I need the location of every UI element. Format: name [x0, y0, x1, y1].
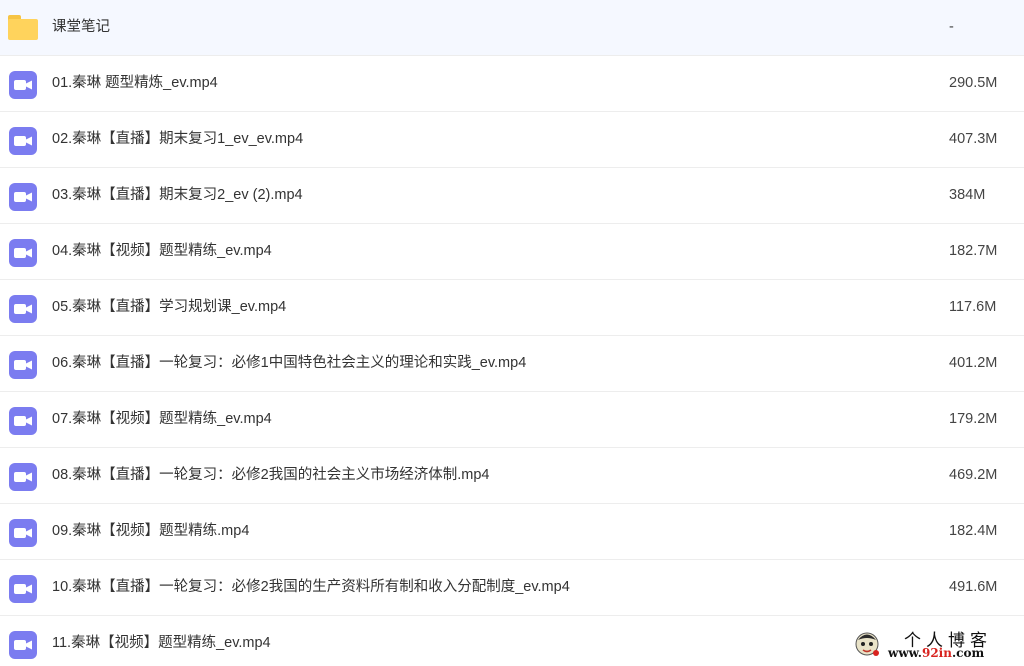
- file-row[interactable]: 08.秦琳【直播】一轮复习：必修2我国的社会主义市场经济体制.mp4 469.2…: [0, 448, 1024, 504]
- video-file-icon: [8, 574, 38, 604]
- file-row[interactable]: 01.秦琳 题型精炼_ev.mp4 290.5M: [0, 56, 1024, 112]
- file-size: 182.4M: [949, 523, 998, 539]
- video-file-icon: [8, 126, 38, 156]
- file-row[interactable]: 07.秦琳【视频】题型精练_ev.mp4 179.2M: [0, 392, 1024, 448]
- file-row[interactable]: 10.秦琳【直播】一轮复习：必修2我国的生产资料所有制和收入分配制度_ev.mp…: [0, 560, 1024, 616]
- file-size: -: [949, 19, 954, 35]
- file-size: 117.6M: [949, 299, 997, 315]
- video-file-icon: [8, 294, 38, 324]
- folder-row[interactable]: 课堂笔记 -: [0, 0, 1024, 56]
- video-file-icon: [8, 462, 38, 492]
- file-row[interactable]: 06.秦琳【直播】一轮复习：必修1中国特色社会主义的理论和实践_ev.mp4 4…: [0, 336, 1024, 392]
- file-size: 407.3M: [949, 131, 998, 147]
- file-size: 491.6M: [949, 579, 998, 595]
- file-row[interactable]: 04.秦琳【视频】题型精练_ev.mp4 182.7M: [0, 224, 1024, 280]
- file-list: 课堂笔记 - 01.秦琳 题型精炼_ev.mp4 290.5M 02.秦琳【直播…: [0, 0, 1024, 666]
- file-size: 290.5M: [949, 75, 998, 91]
- watermark: 个人博客 www.92in.com: [852, 626, 1022, 664]
- file-row[interactable]: 05.秦琳【直播】学习规划课_ev.mp4 117.6M: [0, 280, 1024, 336]
- video-file-icon: [8, 238, 38, 268]
- file-size: 179.2M: [949, 411, 998, 427]
- file-row[interactable]: 09.秦琳【视频】题型精练.mp4 182.4M: [0, 504, 1024, 560]
- file-name: 03.秦琳【直播】期末复习2_ev (2).mp4: [52, 187, 303, 203]
- video-file-icon: [8, 70, 38, 100]
- watermark-url: www.92in.com: [888, 646, 985, 660]
- file-name: 07.秦琳【视频】题型精练_ev.mp4: [52, 411, 272, 427]
- file-size: 401.2M: [949, 355, 998, 371]
- file-name: 08.秦琳【直播】一轮复习：必修2我国的社会主义市场经济体制.mp4: [52, 467, 490, 483]
- file-size: 182.7M: [949, 243, 998, 259]
- file-name: 09.秦琳【视频】题型精练.mp4: [52, 523, 250, 539]
- file-name: 课堂笔记: [52, 19, 110, 35]
- file-name: 10.秦琳【直播】一轮复习：必修2我国的生产资料所有制和收入分配制度_ev.mp…: [52, 579, 570, 595]
- file-name: 06.秦琳【直播】一轮复习：必修1中国特色社会主义的理论和实践_ev.mp4: [52, 355, 527, 371]
- folder-icon: [8, 14, 38, 44]
- video-file-icon: [8, 518, 38, 548]
- file-name: 04.秦琳【视频】题型精练_ev.mp4: [52, 243, 272, 259]
- video-file-icon: [8, 406, 38, 436]
- video-file-icon: [8, 350, 38, 380]
- video-file-icon: [8, 182, 38, 212]
- file-row[interactable]: 02.秦琳【直播】期末复习1_ev_ev.mp4 407.3M: [0, 112, 1024, 168]
- file-row[interactable]: 03.秦琳【直播】期末复习2_ev (2).mp4 384M: [0, 168, 1024, 224]
- file-name: 01.秦琳 题型精炼_ev.mp4: [52, 75, 218, 91]
- file-size: 469.2M: [949, 467, 998, 483]
- file-name: 11.秦琳【视频】题型精练_ev.mp4: [52, 635, 271, 651]
- video-file-icon: [8, 630, 38, 660]
- file-size: 384M: [949, 187, 986, 203]
- mascot-icon: [852, 628, 882, 658]
- file-name: 05.秦琳【直播】学习规划课_ev.mp4: [52, 299, 287, 315]
- file-name: 02.秦琳【直播】期末复习1_ev_ev.mp4: [52, 131, 304, 147]
